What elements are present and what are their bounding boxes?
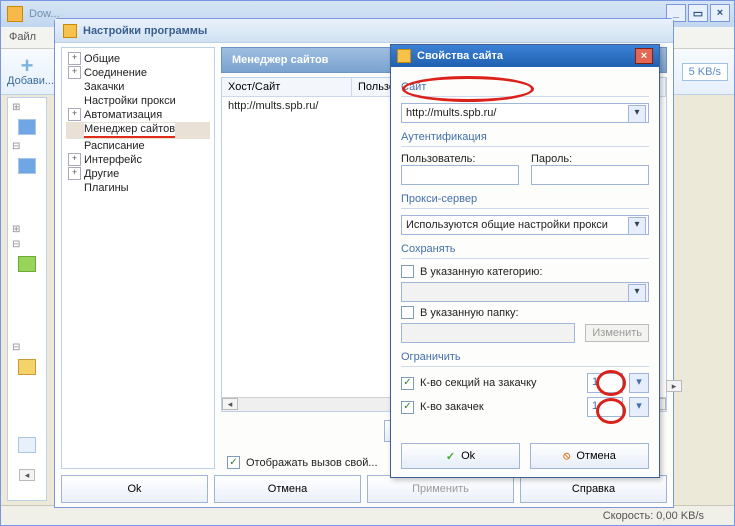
tree-general[interactable]: Общие — [66, 52, 210, 66]
site-title: Свойства сайта — [417, 50, 503, 62]
site-titlebar: Свойства сайта × — [391, 45, 659, 67]
settings-apply-button[interactable]: Применить — [367, 475, 514, 503]
settings-footer: Ok Отмена Применить Справка — [61, 475, 667, 503]
proxy-value: Используются общие настройки прокси — [406, 219, 608, 231]
section-proxy-label: Прокси-сервер — [401, 193, 649, 205]
downloads-checkbox[interactable] — [401, 401, 414, 414]
category-combo[interactable] — [401, 282, 649, 302]
plus-icon: + — [7, 57, 47, 75]
tree-downloads[interactable]: Закачки — [66, 80, 210, 94]
main-scroll-right[interactable]: ▸ — [666, 380, 682, 392]
settings-title: Настройки программы — [83, 25, 207, 37]
section-save-label: Сохранять — [401, 243, 649, 255]
rail-item-green[interactable] — [18, 256, 36, 272]
speed-display[interactable]: 5 KB/s — [682, 63, 728, 81]
cancel-icon: ⦸ — [563, 450, 570, 463]
sections-row: К-во секций на закачку 1 ▾ — [401, 373, 649, 393]
folder-label: В указанную папку: — [420, 307, 519, 319]
site-properties-dialog: Свойства сайта × Сайт http://mults.spb.r… — [390, 44, 660, 478]
folder-row[interactable]: В указанную папку: — [401, 306, 649, 319]
site-url-value: http://mults.spb.ru/ — [406, 107, 496, 119]
tree-schedule[interactable]: Расписание — [66, 139, 210, 153]
settings-tree[interactable]: Общие Соединение Закачки Настройки прокс… — [61, 47, 215, 469]
close-button[interactable]: × — [710, 4, 730, 22]
pass-input[interactable] — [531, 165, 649, 185]
category-label: В указанную категорию: — [420, 266, 542, 278]
section-site-label: Сайт — [401, 81, 649, 93]
rail-expand-1[interactable]: ⊞ — [8, 102, 46, 113]
settings-ok-button[interactable]: Ok — [61, 475, 208, 503]
user-label: Пользователь: — [401, 153, 519, 165]
folder-input — [401, 323, 575, 343]
site-cancel-label: Отмена — [576, 450, 615, 462]
rail-scroll-left[interactable]: ◂ — [8, 469, 46, 481]
toolbar-add-label: Добави... — [7, 75, 47, 87]
pass-label: Пароль: — [531, 153, 649, 165]
status-speed: Скорость: 0,00 KB/s — [603, 510, 704, 522]
rail-expand-2[interactable]: ⊟ — [8, 141, 46, 152]
user-input[interactable] — [401, 165, 519, 185]
rail-item-yellow[interactable] — [18, 359, 36, 375]
downloads-input[interactable]: 1 — [587, 397, 623, 417]
tree-proxy[interactable]: Настройки прокси — [66, 94, 210, 108]
tree-connection[interactable]: Соединение — [66, 66, 210, 80]
site-close-button[interactable]: × — [635, 48, 653, 64]
app-icon — [7, 6, 23, 22]
col-host[interactable]: Хост/Сайт — [222, 78, 352, 96]
tree-automation[interactable]: Автоматизация — [66, 108, 210, 122]
sections-label: К-во секций на закачку — [420, 377, 581, 389]
sections-dropdown[interactable]: ▾ — [629, 373, 649, 393]
site-url-combo[interactable]: http://mults.spb.ru/ — [401, 103, 649, 123]
folder-checkbox[interactable] — [401, 306, 414, 319]
settings-cancel-button[interactable]: Отмена — [214, 475, 361, 503]
menu-file[interactable]: Файл — [9, 31, 36, 43]
statusbar: Скорость: 0,00 KB/s — [1, 505, 734, 525]
gear-icon — [63, 24, 77, 38]
sections-checkbox[interactable] — [401, 377, 414, 390]
section-auth-label: Аутентификация — [401, 131, 649, 143]
tree-site-manager[interactable]: Менеджер сайтов — [66, 122, 210, 139]
toolbar-add[interactable]: + Добави... — [7, 57, 47, 87]
site-cancel-button[interactable]: ⦸ Отмена — [530, 443, 649, 469]
settings-titlebar: Настройки программы — [55, 19, 673, 43]
show-checkbox[interactable] — [227, 456, 240, 469]
proxy-combo[interactable]: Используются общие настройки прокси — [401, 215, 649, 235]
settings-help-button[interactable]: Справка — [520, 475, 667, 503]
rail-item-1[interactable] — [18, 119, 36, 135]
category-checkbox[interactable] — [401, 265, 414, 278]
sections-input[interactable]: 1 — [587, 373, 623, 393]
check-icon: ✓ — [446, 450, 455, 463]
rail-expand-4[interactable]: ⊟ — [8, 239, 46, 250]
downloads-row: К-во закачек 1 ▾ — [401, 397, 649, 417]
maximize-button[interactable]: ▭ — [688, 4, 708, 22]
tree-interface[interactable]: Интерфейс — [66, 153, 210, 167]
rail-expand-5[interactable]: ⊟ — [8, 342, 46, 353]
rail-item-trash[interactable] — [18, 437, 36, 453]
site-ok-button[interactable]: ✓ Ok — [401, 443, 520, 469]
tree-plugins[interactable]: Плагины — [66, 181, 210, 195]
tree-other[interactable]: Другие — [66, 167, 210, 181]
show-label: Отображать вызов свой... — [246, 457, 378, 469]
site-ok-label: Ok — [461, 450, 475, 462]
downloads-dropdown[interactable]: ▾ — [629, 397, 649, 417]
category-row[interactable]: В указанную категорию: — [401, 265, 649, 278]
downloads-label: К-во закачек — [420, 401, 581, 413]
change-folder-button: Изменить — [585, 324, 649, 342]
rail-item-2[interactable] — [18, 158, 36, 174]
category-rail: ⊞ ⊟ ⊞ ⊟ ⊟ ◂ — [7, 97, 47, 501]
rail-expand-3[interactable]: ⊞ — [8, 224, 46, 235]
gear-icon — [397, 49, 411, 63]
section-limit-label: Ограничить — [401, 351, 649, 363]
